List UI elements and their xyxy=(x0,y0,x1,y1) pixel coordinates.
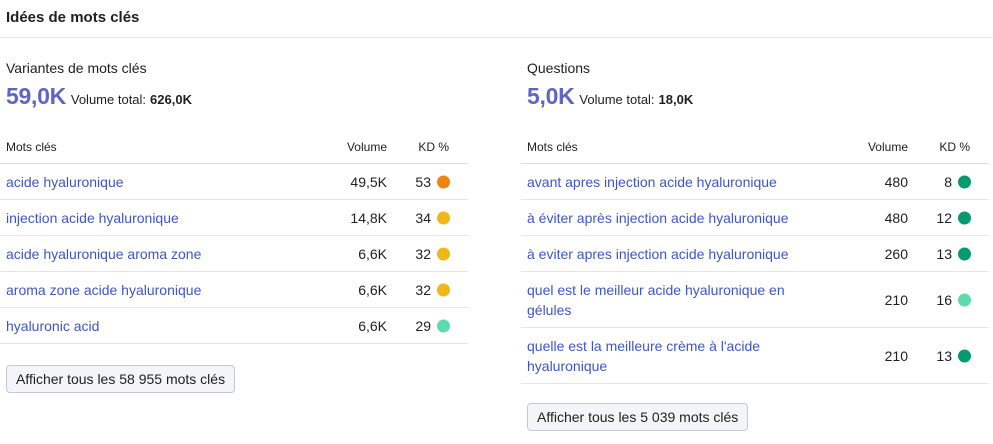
kd-indicator-icon xyxy=(958,175,971,188)
keyword-link[interactable]: injection acide hyaluronique xyxy=(6,208,306,228)
volume-value: 49,5K xyxy=(350,173,387,190)
kd-value: 13 xyxy=(936,347,952,364)
keyword-link[interactable]: aroma zone acide hyaluronique xyxy=(6,280,306,300)
widget-header: Idées de mots clés xyxy=(0,0,993,38)
keyword-link[interactable]: à eviter apres injection acide hyaluroni… xyxy=(527,244,827,264)
table-row: à eviter apres injection acide hyaluroni… xyxy=(521,236,989,272)
column-header-keywords: Mots clés xyxy=(527,140,578,154)
keyword-link[interactable]: quelle est la meilleure crème à l'acide … xyxy=(527,336,827,376)
kd-value: 34 xyxy=(415,209,431,226)
kd-indicator-icon xyxy=(437,247,450,260)
column-header-volume: Volume xyxy=(346,140,387,154)
questions-table-header: Mots clés Volume KD % xyxy=(521,131,989,164)
table-row: acide hyaluronique 49,5K 53 xyxy=(0,164,468,200)
kd-value: 8 xyxy=(944,173,952,190)
table-row: à éviter après injection acide hyaluroni… xyxy=(521,200,989,236)
kd-indicator-icon xyxy=(958,293,971,306)
volume-value: 260 xyxy=(884,245,908,262)
questions-volume-value: 18,0K xyxy=(658,92,694,107)
widget-title: Idées de mots clés xyxy=(6,9,140,26)
view-all-questions-button[interactable]: Afficher tous les 5 039 mots clés xyxy=(527,403,749,431)
column-header-keywords: Mots clés xyxy=(6,140,57,154)
variants-volume-value: 626,0K xyxy=(150,92,192,107)
kd-indicator-icon xyxy=(437,319,450,332)
kd-value: 29 xyxy=(415,317,431,334)
questions-stats: 5,0K Volume total: 18,0K xyxy=(527,83,693,110)
volume-value: 6,6K xyxy=(358,281,387,298)
volume-value: 14,8K xyxy=(350,209,387,226)
questions-volume-label: Volume total: xyxy=(579,92,655,107)
variants-table: acide hyaluronique 49,5K 53 injection ac… xyxy=(0,164,468,344)
kd-indicator-icon xyxy=(958,247,971,260)
column-header-kd: KD % xyxy=(939,140,970,154)
column-header-kd: KD % xyxy=(418,140,449,154)
kd-value: 32 xyxy=(415,245,431,262)
kd-indicator-icon xyxy=(958,349,971,362)
kd-value: 12 xyxy=(936,209,952,226)
keyword-link[interactable]: hyaluronic acid xyxy=(6,316,306,336)
volume-value: 210 xyxy=(884,347,908,364)
kd-value: 16 xyxy=(936,291,952,308)
volume-value: 210 xyxy=(884,291,908,308)
kd-value: 13 xyxy=(936,245,952,262)
variants-stats: 59,0K Volume total: 626,0K xyxy=(6,83,192,110)
keyword-link[interactable]: acide hyaluronique xyxy=(6,172,306,192)
table-row: quel est le meilleur acide hyaluronique … xyxy=(521,272,989,328)
kd-indicator-icon xyxy=(437,175,450,188)
table-row: injection acide hyaluronique 14,8K 34 xyxy=(0,200,468,236)
kd-value: 32 xyxy=(415,281,431,298)
variants-title: Variantes de mots clés xyxy=(6,60,147,76)
keyword-link[interactable]: quel est le meilleur acide hyaluronique … xyxy=(527,280,827,320)
keyword-link[interactable]: avant apres injection acide hyaluronique xyxy=(527,172,827,192)
table-row: hyaluronic acid 6,6K 29 xyxy=(0,308,468,344)
table-row: aroma zone acide hyaluronique 6,6K 32 xyxy=(0,272,468,308)
table-row: acide hyaluronique aroma zone 6,6K 32 xyxy=(0,236,468,272)
questions-title: Questions xyxy=(527,60,591,76)
questions-table: avant apres injection acide hyaluronique… xyxy=(521,164,989,384)
volume-value: 6,6K xyxy=(358,245,387,262)
column-header-volume: Volume xyxy=(867,140,908,154)
keyword-link[interactable]: acide hyaluronique aroma zone xyxy=(6,244,306,264)
kd-indicator-icon xyxy=(437,283,450,296)
questions-count[interactable]: 5,0K xyxy=(527,83,575,110)
variants-count[interactable]: 59,0K xyxy=(6,83,66,110)
keyword-link[interactable]: à éviter après injection acide hyaluroni… xyxy=(527,208,827,228)
kd-indicator-icon xyxy=(437,211,450,224)
variants-table-header: Mots clés Volume KD % xyxy=(0,131,468,164)
volume-value: 480 xyxy=(884,173,908,190)
view-all-variants-button[interactable]: Afficher tous les 58 955 mots clés xyxy=(6,365,236,393)
table-row: quelle est la meilleure crème à l'acide … xyxy=(521,328,989,384)
variants-volume-label: Volume total: xyxy=(70,92,147,107)
table-row: avant apres injection acide hyaluronique… xyxy=(521,164,989,200)
volume-value: 6,6K xyxy=(358,317,387,334)
kd-indicator-icon xyxy=(958,211,971,224)
kd-value: 53 xyxy=(415,173,431,190)
volume-value: 480 xyxy=(884,209,908,226)
